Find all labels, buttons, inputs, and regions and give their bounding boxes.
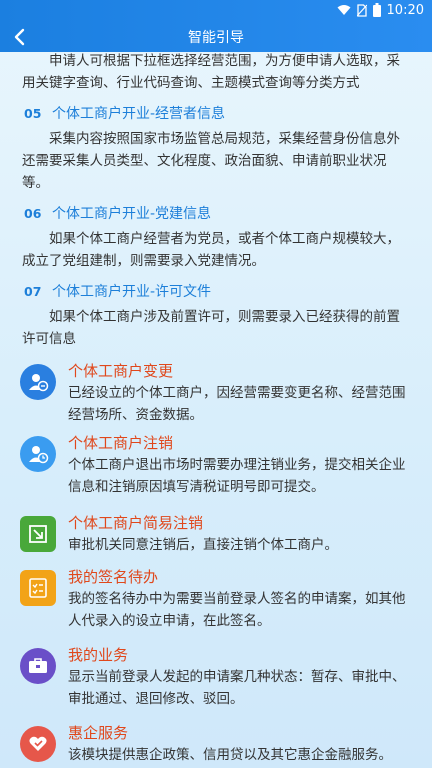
status-bar: 10:20 bbox=[0, 0, 432, 20]
back-button[interactable] bbox=[6, 24, 32, 50]
battery-icon bbox=[372, 3, 381, 17]
section-number: 05 bbox=[24, 105, 42, 121]
user-cancel-icon bbox=[20, 436, 56, 472]
feature-item-my-business[interactable]: 我的业务 显示当前登录人发起的申请案几种状态：暂存、审批中、审批通过、退回修改、… bbox=[0, 644, 432, 722]
feature-item-change[interactable]: 个体工商户变更 已经设立的个体工商户，因经营需要变更名称、经营范围经营场所、资金… bbox=[0, 360, 432, 432]
section-title: 个体工商户开业-经营者信息 bbox=[52, 106, 226, 122]
guide-content: 申请人可根据下拉框选择经营范围，为方便申请人选取，采用关键字查询、行业代码查询、… bbox=[0, 52, 432, 768]
feature-desc: 该模块提供惠企政策、信用贷以及其它惠企金融服务。 bbox=[68, 747, 392, 763]
top-bar: 10:20 智能引导 bbox=[0, 0, 432, 52]
section-06: 06 个体工商户开业-党建信息 如果个体工商户经营者为党员，或者个体工商户规模较… bbox=[0, 198, 432, 272]
section-text: 如果个体工商户涉及前置许可，则需要录入已经获得的前置许可信息 bbox=[22, 309, 400, 347]
section-text: 如果个体工商户经营者为党员，或者个体工商户规模较大，成立了党组建制，则需要录入党… bbox=[22, 231, 400, 269]
feature-title: 个体工商户简易注销 bbox=[68, 514, 204, 532]
briefcase-icon bbox=[20, 648, 56, 684]
feature-desc: 审批机关同意注销后，直接注销个体工商户。 bbox=[68, 537, 338, 553]
section-header: 07 个体工商户开业-许可文件 bbox=[0, 276, 432, 306]
feature-item-cancel[interactable]: 个体工商户注销 个体工商户退出市场时需要办理注销业务，提交相关企业信息和注销原因… bbox=[0, 432, 432, 512]
section-05: 05 个体工商户开业-经营者信息 采集内容按照国家市场监管总局规范，采集经营身份… bbox=[0, 98, 432, 194]
intro-text: 申请人可根据下拉框选择经营范围，为方便申请人选取，采用关键字查询、行业代码查询、… bbox=[22, 53, 400, 91]
page-title: 智能引导 bbox=[188, 30, 244, 46]
feature-title: 个体工商户注销 bbox=[68, 434, 174, 452]
feature-desc: 已经设立的个体工商户，因经营需要变更名称、经营范围经营场所、资金数据。 bbox=[68, 385, 406, 423]
no-sim-icon bbox=[356, 3, 367, 17]
section-text: 采集内容按照国家市场监管总局规范，采集经营身份信息外还需要采集人员类型、文化程度… bbox=[22, 131, 400, 191]
section-header: 05 个体工商户开业-经营者信息 bbox=[0, 98, 432, 128]
feature-desc: 我的签名待办中为需要当前登录人签名的申请案，如其他人代录入的设立申请，在此签名。 bbox=[68, 591, 406, 629]
signature-todo-icon bbox=[20, 570, 56, 606]
feature-title: 个体工商户变更 bbox=[68, 362, 174, 380]
feature-title: 惠企服务 bbox=[68, 724, 129, 742]
section-header: 06 个体工商户开业-党建信息 bbox=[0, 198, 432, 228]
heart-hand-icon bbox=[20, 726, 56, 762]
feature-desc: 显示当前登录人发起的申请案几种状态：暂存、审批中、审批通过、退回修改、驳回。 bbox=[68, 669, 406, 707]
feature-desc: 个体工商户退出市场时需要办理注销业务，提交相关企业信息和注销原因填写清税证明号即… bbox=[68, 457, 406, 495]
status-time: 10:20 bbox=[386, 2, 424, 18]
section-number: 06 bbox=[24, 205, 42, 221]
feature-title: 我的业务 bbox=[68, 646, 129, 664]
section-title: 个体工商户开业-党建信息 bbox=[52, 206, 212, 222]
section-07: 07 个体工商户开业-许可文件 如果个体工商户涉及前置许可，则需要录入已经获得的… bbox=[0, 276, 432, 350]
feature-item-enterprise-service[interactable]: 惠企服务 该模块提供惠企政策、信用贷以及其它惠企金融服务。 bbox=[0, 722, 432, 768]
section-title: 个体工商户开业-许可文件 bbox=[52, 284, 212, 300]
user-change-icon bbox=[20, 364, 56, 400]
feature-item-simple-cancel[interactable]: 个体工商户简易注销 审批机关同意注销后，直接注销个体工商户。 bbox=[0, 512, 432, 566]
section-number: 07 bbox=[24, 283, 42, 299]
simple-cancel-icon bbox=[20, 516, 56, 552]
nav-bar: 智能引导 bbox=[0, 22, 432, 52]
feature-list: 个体工商户变更 已经设立的个体工商户，因经营需要变更名称、经营范围经营场所、资金… bbox=[0, 360, 432, 768]
back-arrow-icon bbox=[14, 28, 25, 46]
feature-title: 我的签名待办 bbox=[68, 568, 159, 586]
feature-item-signature[interactable]: 我的签名待办 我的签名待办中为需要当前登录人签名的申请案，如其他人代录入的设立申… bbox=[0, 566, 432, 644]
wifi-icon bbox=[337, 4, 351, 16]
